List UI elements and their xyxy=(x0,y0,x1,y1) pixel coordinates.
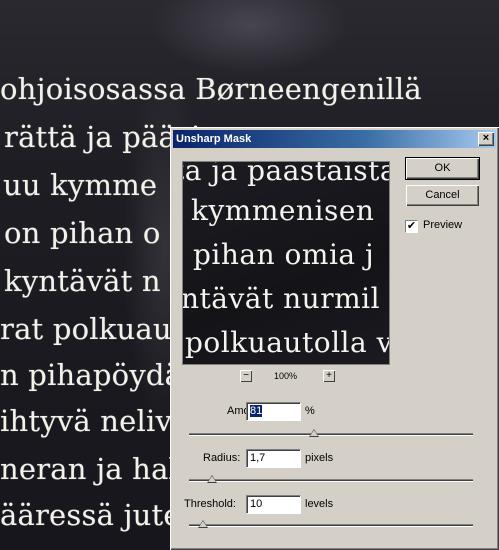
preview-text-line: ta ja päästäistä xyxy=(182,161,390,187)
bg-text-line: on pihan o xyxy=(4,216,161,250)
threshold-input[interactable]: 10 xyxy=(246,495,301,514)
close-icon: × xyxy=(482,132,490,144)
close-button[interactable]: × xyxy=(478,132,494,146)
preview-text-line: ntävät nurmil xyxy=(182,282,381,315)
preview-checkbox[interactable]: ✔ xyxy=(405,220,418,233)
zoom-in-button[interactable]: + xyxy=(323,370,335,382)
radius-label: Radius: xyxy=(203,452,241,464)
preview-text-line: kymmenisen xyxy=(191,194,375,227)
threshold-label: Threshold: xyxy=(184,498,236,510)
preview-image[interactable]: ta ja päästäistä kymmenisen pihan omia j… xyxy=(182,161,390,365)
radius-slider-track[interactable] xyxy=(189,479,473,482)
amount-value: 81 xyxy=(250,405,263,417)
radius-unit: pixels xyxy=(305,452,334,464)
preview-checkbox-label: Preview xyxy=(423,219,463,231)
bg-text-line: rat polkuau xyxy=(0,312,172,346)
radius-slider-thumb[interactable] xyxy=(206,475,217,483)
bg-text-line: n pihapöydä xyxy=(0,358,183,392)
zoom-controls: − 100% + xyxy=(182,370,390,386)
preview-text-line: pihan omia j xyxy=(193,238,375,271)
radius-value: 1,7 xyxy=(250,452,266,464)
amount-slider-track[interactable] xyxy=(189,433,473,436)
threshold-value: 10 xyxy=(250,498,263,510)
zoom-level: 100% xyxy=(274,371,298,381)
threshold-slider-track[interactable] xyxy=(189,524,473,527)
bg-text-line: neran ja halu xyxy=(0,452,197,486)
preview-text-line: polkuautolla v xyxy=(185,326,390,359)
checkmark-icon: ✔ xyxy=(406,220,417,232)
bg-text-line: ääressä jute xyxy=(0,498,181,532)
radius-input[interactable]: 1,7 xyxy=(246,449,301,468)
dialog-titlebar[interactable]: Unsharp Mask × xyxy=(173,130,496,148)
minus-icon: − xyxy=(243,370,249,381)
plus-icon: + xyxy=(326,370,332,381)
cancel-button[interactable]: Cancel xyxy=(406,185,479,206)
amount-unit: % xyxy=(305,405,315,417)
zoom-out-button[interactable]: − xyxy=(240,370,252,382)
bg-text-line: kyntävät n xyxy=(4,264,161,298)
threshold-unit: levels xyxy=(305,498,334,510)
threshold-slider-thumb[interactable] xyxy=(198,520,209,528)
amount-slider-thumb[interactable] xyxy=(308,429,319,437)
bg-text-line: ohjoisosassa Børneengenillä xyxy=(0,72,422,106)
amount-input[interactable]: 81 xyxy=(246,402,301,421)
dialog-title: Unsharp Mask xyxy=(176,133,252,145)
unsharp-mask-dialog: Unsharp Mask × ta ja päästäistä kymmenis… xyxy=(170,127,499,550)
bg-text-line: uu kymme xyxy=(3,168,158,202)
bg-text-line: ihtyvä neliv xyxy=(0,404,173,438)
ok-button[interactable]: OK xyxy=(405,157,480,180)
